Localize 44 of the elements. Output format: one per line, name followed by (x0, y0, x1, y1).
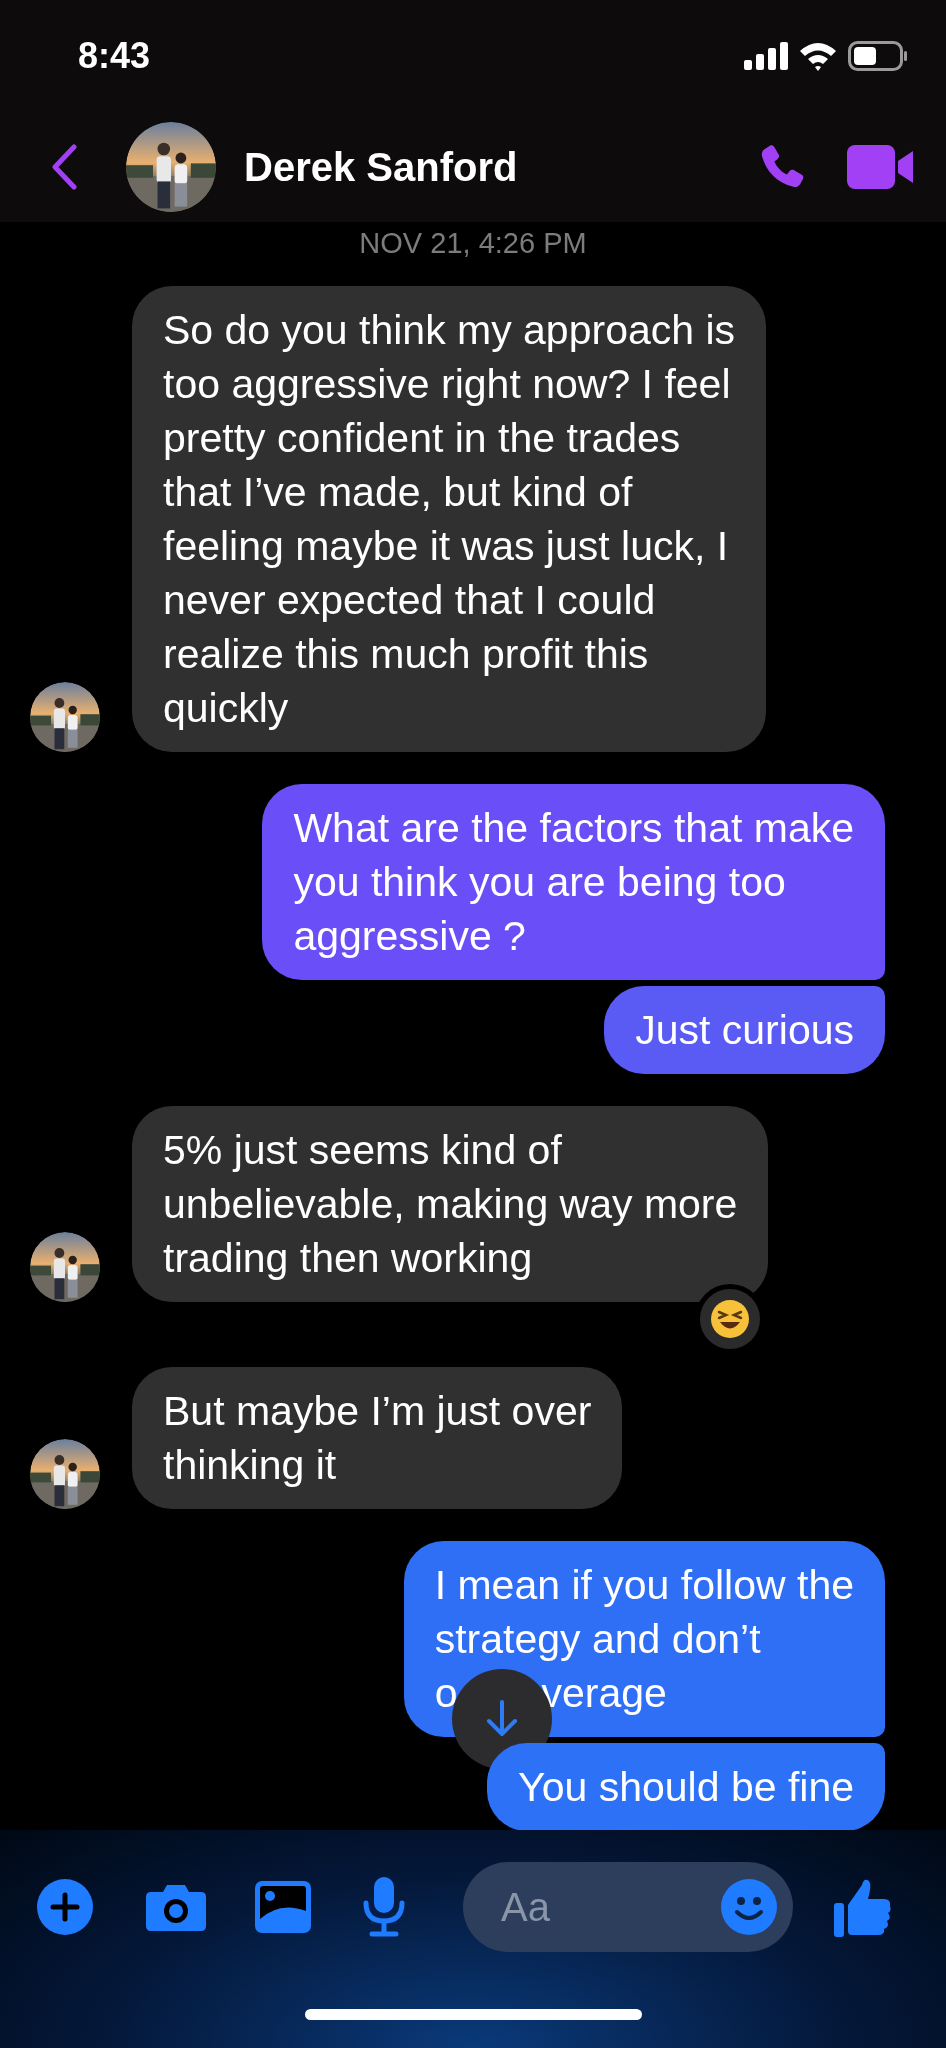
message-text: feeling maybe it was just luck, I (163, 521, 729, 571)
message-text: You should be fine (518, 1762, 854, 1812)
message-text: thinking it (163, 1440, 337, 1490)
message-text: pretty confident in the trades (163, 413, 681, 463)
add-button[interactable] (37, 1879, 93, 1935)
message-text: you think you are being too (293, 857, 786, 907)
avatar (30, 1438, 100, 1509)
message-text: aggressive ? (293, 911, 526, 961)
status-time: 8:43 (78, 34, 151, 78)
message-text: quickly (163, 683, 289, 733)
message-text: 5% just seems kind of (163, 1125, 562, 1175)
message-text: Just curious (635, 1005, 854, 1055)
microphone-button[interactable] (361, 1877, 407, 1937)
message-text: So do you think my approach is (163, 305, 736, 355)
contact-name: Derek Sanford (244, 144, 519, 191)
message-text: that I’ve made, but kind of (163, 467, 633, 517)
wifi-icon (798, 41, 838, 71)
message-text: o (434, 1668, 458, 1718)
message-text: But maybe I’m just over (163, 1386, 592, 1436)
timestamp: NOV 21, 4:26 PM (359, 226, 587, 261)
message-text: verage (541, 1668, 667, 1718)
message-text: What are the factors that make (293, 803, 854, 853)
avatar (30, 1231, 100, 1302)
message-input[interactable]: Aa (463, 1862, 793, 1952)
laughing-face-icon (710, 1298, 751, 1339)
message-text: trading then working (163, 1233, 533, 1283)
plus-icon (50, 1892, 80, 1922)
microphone-icon (362, 1877, 406, 1937)
image-icon (255, 1881, 311, 1933)
message-text: never expected that I could (163, 575, 656, 625)
video-camera-icon (847, 145, 915, 189)
message-text: too aggressive right now? I feel (163, 359, 731, 409)
gallery-button[interactable] (255, 1879, 311, 1935)
message-text: strategy and don’t (434, 1614, 761, 1664)
signal-icon (744, 42, 788, 70)
battery-icon (848, 41, 908, 71)
message-text: I mean if you follow the (434, 1560, 854, 1610)
avatar (30, 681, 100, 752)
smiley-icon[interactable] (721, 1879, 777, 1935)
message-text: realize this much profit this (163, 629, 649, 679)
camera-icon (145, 1882, 207, 1932)
thumbs-up-icon (834, 1877, 892, 1937)
message-text: unbelievable, making way more (163, 1179, 738, 1229)
back-icon (51, 144, 77, 190)
